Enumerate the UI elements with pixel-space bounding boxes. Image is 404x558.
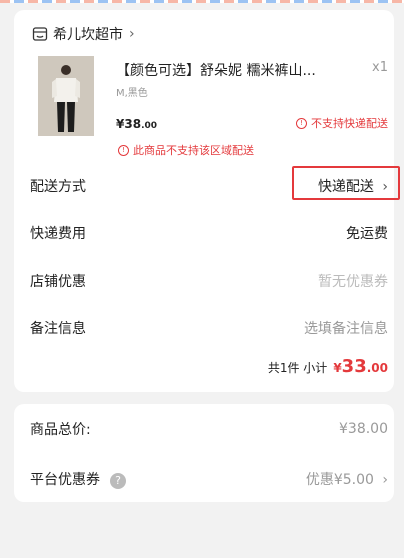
order-card: 希儿坎超市 › 【颜色可选】舒朵妮 糯米裤山... x1 M,黑色 ¥38.00… <box>14 10 400 392</box>
price-decimal: .00 <box>141 121 158 131</box>
total-price-row: 商品总价: ¥38.00 <box>30 418 388 440</box>
chevron-right-icon: › <box>129 26 135 42</box>
platform-coupon-text-value: 优惠¥5.00 <box>305 472 374 488</box>
product-thumbnail[interactable] <box>38 56 94 136</box>
platform-coupon-row[interactable]: 平台优惠券? 优惠¥5.00 › <box>30 468 388 490</box>
note-label: 备注信息 <box>30 321 86 337</box>
chevron-right-icon: › <box>382 472 388 488</box>
shipping-fee-row: 快递费用 免运费 <box>30 222 388 244</box>
store-coupon-label: 店铺优惠 <box>30 274 86 290</box>
subtotal-decimal: .00 <box>366 361 388 375</box>
shipping-fee-label: 快递费用 <box>30 226 86 242</box>
region-warning: ! 此商品不支持该区域配送 <box>118 142 254 158</box>
product-spec: M,黑色 <box>116 88 148 99</box>
total-price-value: ¥38.00 <box>339 421 388 437</box>
store-coupon-value: 暂无优惠券 <box>318 274 388 290</box>
subtotal: 共1件 小计 ¥33.00 <box>268 356 388 377</box>
shop-name: 希儿坎超市 <box>53 27 123 43</box>
subtotal-integer: 33 <box>341 356 367 377</box>
delivery-method-label: 配送方式 <box>30 179 86 195</box>
subtotal-amount: ¥33.00 <box>333 356 388 377</box>
delivery-method-highlight <box>292 166 400 200</box>
price-integer: ¥38 <box>116 117 142 131</box>
product-price: ¥38.00 <box>116 117 157 131</box>
shipping-fee-value: 免运费 <box>346 226 388 242</box>
express-warning: ! 不支持快递配送 <box>296 115 388 131</box>
platform-coupon-label: 平台优惠券? <box>30 469 126 489</box>
info-icon: ! <box>118 144 129 156</box>
store-coupon-row[interactable]: 店铺优惠 暂无优惠券 <box>30 270 388 292</box>
address-divider <box>0 0 404 3</box>
info-icon: ! <box>296 117 307 129</box>
platform-coupon-text: 平台优惠券 <box>30 472 100 488</box>
platform-coupon-value[interactable]: 优惠¥5.00 › <box>306 469 388 489</box>
express-warning-text: 不支持快递配送 <box>311 117 388 130</box>
product-title[interactable]: 【颜色可选】舒朵妮 糯米裤山... <box>116 60 346 80</box>
note-input[interactable]: 选填备注信息 <box>304 318 388 338</box>
product-quantity: x1 <box>372 60 388 75</box>
bottom-area <box>0 512 404 558</box>
subtotal-currency: ¥ <box>333 361 342 375</box>
shop-header[interactable]: 希儿坎超市 › <box>32 24 135 44</box>
region-warning-text: 此商品不支持该区域配送 <box>133 144 254 157</box>
note-row[interactable]: 备注信息 选填备注信息 <box>30 317 388 339</box>
summary-card: 商品总价: ¥38.00 平台优惠券? 优惠¥5.00 › <box>14 404 394 502</box>
subtotal-count: 共1件 小计 <box>267 361 328 375</box>
store-icon <box>32 27 48 41</box>
help-icon[interactable]: ? <box>110 473 126 489</box>
total-price-label: 商品总价: <box>30 422 91 438</box>
